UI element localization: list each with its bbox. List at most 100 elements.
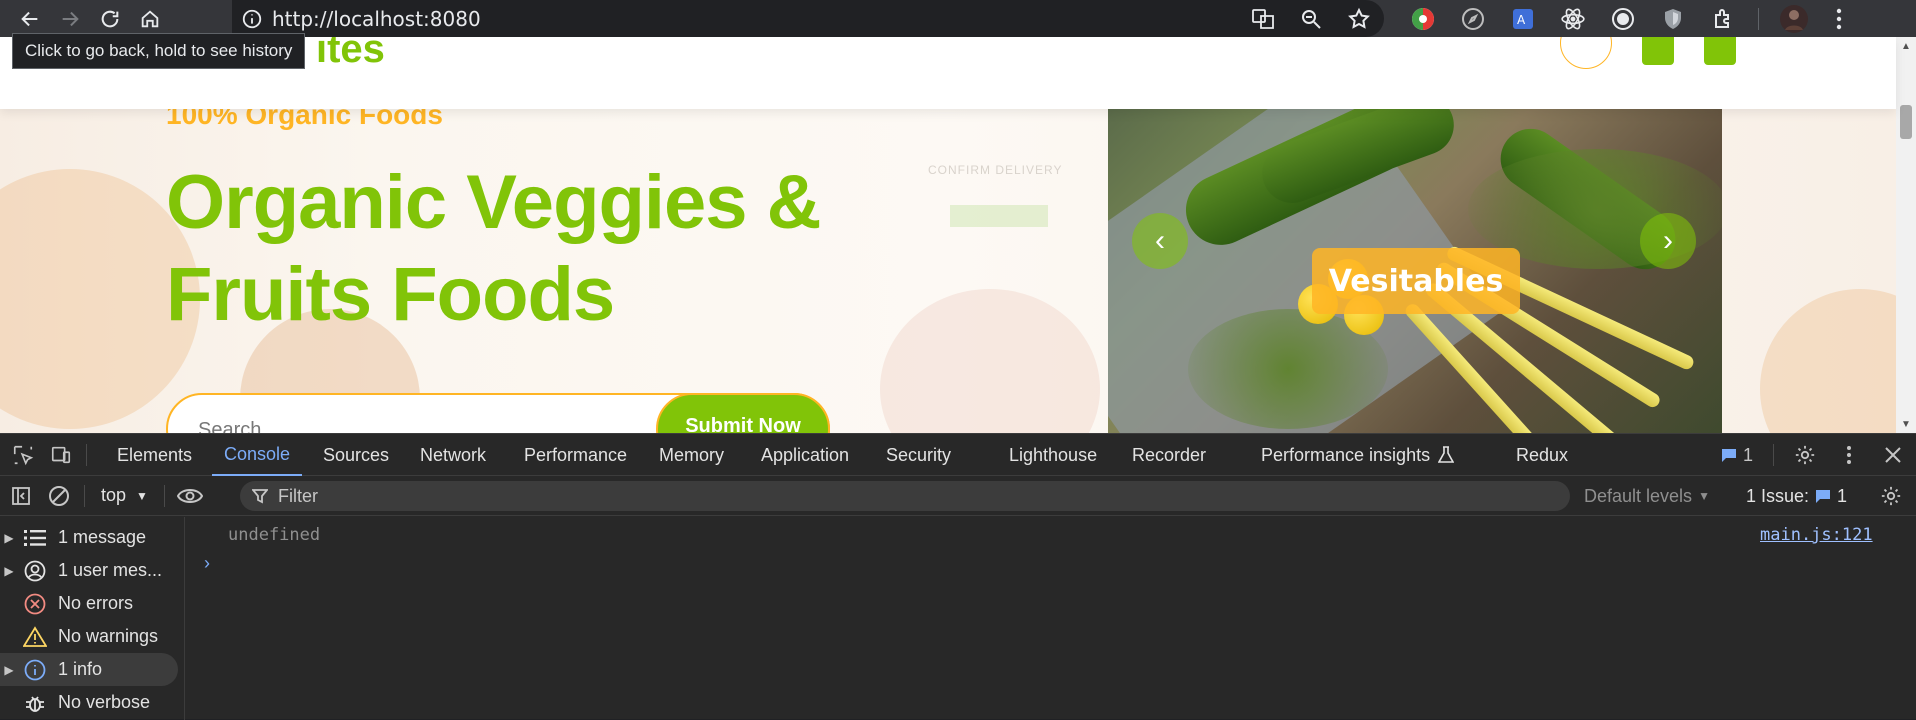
clear-console-icon[interactable] (40, 475, 78, 517)
toggle-sidebar-icon[interactable] (2, 475, 40, 517)
context-value: top (101, 485, 127, 505)
zoom-icon[interactable] (1296, 4, 1326, 34)
device-toolbar-icon[interactable] (42, 434, 80, 476)
forward-button[interactable] (50, 0, 90, 37)
flask-icon (1438, 446, 1455, 463)
puzzle-extensions-icon[interactable] (1698, 0, 1748, 37)
sidebar-item-info[interactable]: ▶ 1 info (0, 653, 178, 686)
site-info-icon[interactable] (232, 8, 272, 30)
tab-security[interactable]: Security (886, 434, 951, 476)
scrollbar-thumb[interactable] (1900, 105, 1912, 139)
arrow-left-icon (21, 11, 38, 26)
background-faded-button (950, 205, 1048, 227)
tab-security-label: Security (886, 444, 952, 465)
caret-down-icon: ▼ (136, 488, 148, 503)
colorful-extension-icon[interactable] (1398, 0, 1448, 37)
console-output[interactable]: undefined main.js:121 › (186, 517, 1916, 720)
tab-elements[interactable]: Elements (117, 434, 192, 476)
tab-console[interactable]: Console (212, 434, 303, 476)
sidebar-item-label: 1 message (58, 527, 147, 547)
browser-toolbar: http://localhost:8080 A (0, 0, 1916, 37)
sidebar-item-label: 1 info (58, 659, 103, 679)
console-filter-input[interactable]: Filter (240, 481, 1570, 511)
context-selector[interactable]: top ▼ (91, 485, 158, 506)
carousel-category-label[interactable]: Vesitables (1312, 248, 1520, 314)
issues-button[interactable]: 1 Issue: 1 (1746, 481, 1847, 511)
tab-redux[interactable]: Redux (1516, 434, 1568, 476)
compass-extension-icon[interactable] (1448, 0, 1498, 37)
scroll-up-arrow-icon[interactable]: ▲ (1896, 37, 1916, 55)
sidebar-item-warnings[interactable]: No warnings (0, 620, 184, 653)
page-viewport: ites CONFIRM DELIVERY 100% Organic Foods… (0, 37, 1916, 433)
url-text[interactable]: http://localhost:8080 (272, 7, 481, 31)
toolbar-separator (163, 484, 165, 507)
tab-recorder[interactable]: Recorder (1132, 434, 1206, 476)
tab-performance-label: Performance (524, 444, 628, 465)
submit-now-button[interactable]: Submit Now (656, 393, 830, 433)
page-scrollbar[interactable]: ▲ ▼ (1896, 37, 1916, 433)
blurred-right-decor (1760, 289, 1916, 433)
browser-menu-icon[interactable] (1819, 0, 1859, 37)
address-bar[interactable]: http://localhost:8080 (232, 0, 1384, 37)
extensions-bar: A (1398, 0, 1859, 37)
bookmark-star-icon[interactable] (1344, 4, 1374, 34)
site-logo[interactable]: ites (316, 37, 385, 72)
message-icon (1721, 449, 1736, 462)
arrow-right-icon (62, 11, 79, 26)
cart-button[interactable] (1642, 37, 1674, 65)
console-log-message: undefined (228, 525, 321, 545)
error-icon (18, 593, 52, 615)
close-devtools-icon[interactable] (1874, 434, 1912, 476)
header-search-button[interactable] (1560, 37, 1612, 69)
settings-gear-icon[interactable] (1786, 434, 1824, 476)
translate-icon[interactable] (1248, 4, 1278, 34)
profile-avatar[interactable] (1769, 0, 1819, 37)
tab-lighthouse-label: Lighthouse (1009, 444, 1098, 465)
tab-lighthouse[interactable]: Lighthouse (1009, 434, 1097, 476)
tab-memory[interactable]: Memory (659, 434, 724, 476)
sidebar-item-verbose[interactable]: No verbose (0, 686, 184, 719)
tab-network[interactable]: Network (420, 434, 486, 476)
sidebar-item-errors[interactable]: No errors (0, 587, 184, 620)
tab-performance[interactable]: Performance (524, 434, 627, 476)
toolbar-separator (84, 484, 85, 507)
toolbar-separator (1758, 7, 1759, 30)
home-button[interactable] (130, 0, 170, 37)
carousel-prev-button[interactable]: ‹ (1132, 213, 1188, 269)
headline-line-1: Organic Veggies & (166, 160, 822, 245)
translate-extension-icon[interactable]: A (1498, 0, 1548, 37)
scroll-down-arrow-icon[interactable]: ▼ (1896, 415, 1916, 433)
log-levels-dropdown[interactable]: Default levels ▼ (1584, 481, 1710, 511)
devtools-actions: 1 (1713, 434, 1916, 476)
more-options-icon[interactable] (1830, 434, 1868, 476)
shield-extension-icon[interactable] (1648, 0, 1698, 37)
console-prompt-chevron-icon[interactable]: › (204, 553, 210, 574)
live-expression-eye-icon[interactable] (171, 475, 209, 517)
expand-triangle-icon[interactable]: ▶ (0, 663, 18, 677)
sidebar-item-label: 1 user mes... (58, 560, 163, 580)
expand-triangle-icon[interactable]: ▶ (0, 531, 18, 545)
tab-application[interactable]: Application (761, 434, 849, 476)
record-extension-icon[interactable] (1598, 0, 1648, 37)
filter-funnel-icon (252, 489, 268, 504)
console-settings-gear-icon[interactable] (1876, 481, 1906, 511)
user-button[interactable] (1704, 37, 1736, 65)
console-log-source-link[interactable]: main.js:121 (1760, 525, 1873, 545)
reload-button[interactable] (90, 0, 130, 37)
actions-separator (1773, 444, 1774, 466)
expand-triangle-icon[interactable]: ▶ (0, 564, 18, 578)
tab-memory-label: Memory (659, 444, 725, 465)
sidebar-item-user-messages[interactable]: ▶ 1 user mes... (0, 554, 184, 587)
carousel-next-button[interactable]: › (1640, 213, 1696, 269)
tab-performance-insights-label: Performance insights (1261, 444, 1431, 465)
back-button[interactable] (10, 0, 50, 37)
back-button-tooltip: Click to go back, hold to see history (12, 33, 306, 69)
react-devtools-icon[interactable] (1548, 0, 1598, 37)
tab-network-label: Network (420, 444, 487, 465)
messages-badge[interactable]: 1 (1713, 445, 1761, 466)
sidebar-item-messages[interactable]: ▶ 1 message (0, 521, 184, 554)
tab-performance-insights[interactable]: Performance insights (1261, 434, 1455, 476)
tab-sources[interactable]: Sources (323, 434, 389, 476)
inspect-element-icon[interactable] (4, 434, 42, 476)
svg-text:A: A (1517, 13, 1526, 27)
